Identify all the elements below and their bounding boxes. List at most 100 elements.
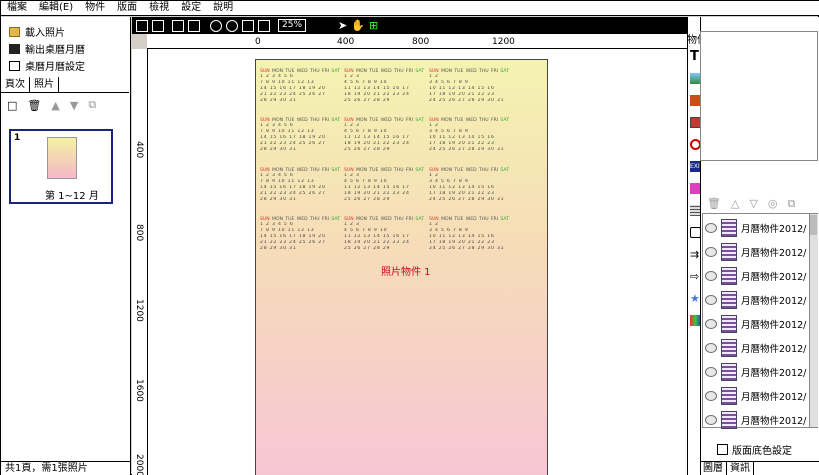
new-page-icon[interactable]: □ <box>7 99 17 112</box>
weekday-label: FRI <box>321 217 330 222</box>
ruler-mark: 1200 <box>134 299 144 322</box>
zoom-in-icon[interactable] <box>210 19 222 32</box>
layer-down-icon[interactable]: ▽ <box>749 197 757 213</box>
weekday-label: FRI <box>490 217 499 222</box>
month-calendar[interactable]: SUN MON TUE WED THU FRI SAT 1 2 34 5 6 7 8 9 10… <box>344 69 424 115</box>
layer-item[interactable]: 月曆物件2012/ <box>703 240 811 264</box>
layer-item[interactable]: 月曆物件2012/ <box>703 408 811 432</box>
month-calendar[interactable]: SUN MON TUE WED THU FRI SAT 1 2 34 5 6 7 8 9 10… <box>344 217 424 263</box>
delete-layer-icon[interactable]: 🗑 <box>707 197 721 213</box>
layer-lock-icon[interactable]: ◎ <box>768 197 778 213</box>
weekday-label: THU <box>309 69 320 74</box>
layer-thumbnail <box>721 219 737 237</box>
weekday-label: WED <box>296 69 308 74</box>
visibility-icon[interactable] <box>705 319 717 329</box>
copy-icon[interactable]: ⧉ <box>88 98 96 112</box>
layer-item[interactable]: 月曆物件2012/ <box>703 288 811 312</box>
paste-icon[interactable] <box>188 19 200 32</box>
weekday-label: SAT <box>415 168 424 173</box>
photo-object-label[interactable]: 照片物件 1 <box>381 263 431 278</box>
month-calendar[interactable]: SUN MON TUE WED THU FRI SAT 1 2 3 4 5 67 8 9 10… <box>260 118 340 164</box>
weekday-label: SAT <box>500 168 509 173</box>
weekday-label: THU <box>309 168 320 173</box>
menu-settings[interactable]: 設定 <box>181 1 201 15</box>
tab-layers[interactable]: 圖層 <box>700 462 727 475</box>
delete-icon[interactable]: 🗑 <box>27 99 41 112</box>
calendar-days: 1 2 34 5 6 7 8 9 10 11 12 13 14 15 16 17 1… <box>344 173 424 203</box>
menu-file[interactable]: 檔案 <box>7 1 27 15</box>
visibility-icon[interactable] <box>705 223 717 233</box>
layer-item[interactable]: 月曆物件2012/ <box>703 336 811 360</box>
menu-object[interactable]: 物件 <box>85 1 105 15</box>
copy-icon[interactable] <box>172 19 184 32</box>
ruler-mark: 1600 <box>134 379 144 402</box>
calendar-settings-button[interactable]: 桌曆月曆設定 <box>1 57 130 74</box>
redo-icon[interactable] <box>152 19 164 32</box>
menu-edit[interactable]: 編輯(E) <box>39 1 73 15</box>
tab-pages[interactable]: 頁次 <box>1 77 30 92</box>
weekday-label: WED <box>296 168 308 173</box>
weekday-label: TUE <box>369 217 379 222</box>
weekday-label: TUE <box>454 69 464 74</box>
layer-up-icon[interactable]: △ <box>731 197 739 213</box>
month-calendar[interactable]: SUN MON TUE WED THU FRI SAT 1 2 34 5 6 7 8 9 10… <box>344 168 424 214</box>
month-calendar[interactable]: SUN MON TUE WED THU FRI SAT 1 23 4 5 6 7 8 9 10 … <box>429 69 509 115</box>
zoom-out-icon[interactable] <box>226 19 238 32</box>
month-calendar[interactable]: SUN MON TUE WED THU FRI SAT 1 23 4 5 6 7 8 9 10 … <box>429 217 509 263</box>
tab-info[interactable]: 資訊 <box>727 462 754 475</box>
visibility-icon[interactable] <box>705 295 717 305</box>
layer-item[interactable]: 月曆物件2012/ <box>703 216 811 240</box>
menu-help[interactable]: 說明 <box>213 1 233 15</box>
actual-size-icon[interactable] <box>258 19 270 32</box>
calendar-days: 1 2 3 4 5 67 8 9 10 11 12 13 14 15 16 17 … <box>260 123 340 153</box>
visibility-icon[interactable] <box>705 415 717 425</box>
month-calendar[interactable]: SUN MON TUE WED THU FRI SAT 1 2 3 4 5 67 8 9 10… <box>260 69 340 115</box>
month-calendar[interactable]: SUN MON TUE WED THU FRI SAT 1 23 4 5 6 7 8 9 10 … <box>429 168 509 214</box>
visibility-icon[interactable] <box>705 247 717 257</box>
save-icon <box>9 43 20 54</box>
layer-item[interactable]: 月曆物件2012/ <box>703 360 811 384</box>
month-calendar[interactable]: SUN MON TUE WED THU FRI SAT 1 23 4 5 6 7 8 9 10 … <box>429 118 509 164</box>
calendar-days: 1 23 4 5 6 7 8 9 10 11 12 13 14 15 16 17 1… <box>429 222 509 252</box>
menu-view[interactable]: 檢視 <box>149 1 169 15</box>
scrollbar-thumb[interactable] <box>810 215 817 235</box>
layer-item[interactable]: 月曆物件2012/ <box>703 312 811 336</box>
layer-copy-icon[interactable]: ⧉ <box>788 197 796 213</box>
move-up-icon[interactable]: ▲ <box>51 99 59 112</box>
pointer-icon[interactable]: ➤ <box>338 19 347 32</box>
undo-icon[interactable] <box>136 19 148 32</box>
visibility-icon[interactable] <box>705 271 717 281</box>
calendar-days: 1 23 4 5 6 7 8 9 10 11 12 13 14 15 16 17 1… <box>429 173 509 203</box>
menu-layout[interactable]: 版面 <box>117 1 137 15</box>
export-calendar-button[interactable]: 輸出桌曆月曆 <box>1 40 130 57</box>
weekday-label: THU <box>309 118 320 123</box>
month-calendar[interactable]: SUN MON TUE WED THU FRI SAT 1 2 3 4 5 67 8 9 10… <box>260 217 340 263</box>
month-calendar[interactable]: SUN MON TUE WED THU FRI SAT 1 2 3 4 5 67 8 9 10… <box>260 168 340 214</box>
zoom-level[interactable]: 25% <box>278 19 307 32</box>
visibility-icon[interactable] <box>705 367 717 377</box>
bg-color-checkbox[interactable] <box>717 444 728 455</box>
visibility-icon[interactable] <box>705 343 717 353</box>
menu-bar: 檔案 編輯(E) 物件 版面 檢視 設定 說明 <box>1 1 819 16</box>
layer-scrollbar[interactable] <box>809 214 818 427</box>
tab-photos[interactable]: 照片 <box>30 77 59 92</box>
weekday-label: SAT <box>500 69 509 74</box>
visibility-icon[interactable] <box>705 391 717 401</box>
hand-icon[interactable]: ✋ <box>351 19 365 32</box>
load-photo-button[interactable]: 載入照片 <box>1 23 130 40</box>
layer-item[interactable]: 月曆物件2012/ <box>703 264 811 288</box>
weekday-label: THU <box>478 217 489 222</box>
ruler-mark: 400 <box>337 37 355 47</box>
layer-item[interactable]: 月曆物件2012/ <box>703 384 811 408</box>
calendar-settings-label: 桌曆月曆設定 <box>25 62 85 73</box>
bg-color-setting[interactable]: 版面底色設定 <box>717 442 792 457</box>
page-thumbnail[interactable]: 1 第 1~12 月 <box>9 129 113 204</box>
month-calendar[interactable]: SUN MON TUE WED THU FRI SAT 1 2 34 5 6 7 8 9 10… <box>344 118 424 164</box>
weekday-label: SAT <box>331 168 340 173</box>
select-area-icon[interactable]: ⊞ <box>369 19 378 32</box>
thumbnail-image <box>47 137 77 179</box>
fit-page-icon[interactable] <box>242 19 254 32</box>
layer-label: 月曆物件2012/ <box>741 320 807 331</box>
weekday-label: TUE <box>454 217 464 222</box>
move-down-icon[interactable]: ▼ <box>70 99 78 112</box>
